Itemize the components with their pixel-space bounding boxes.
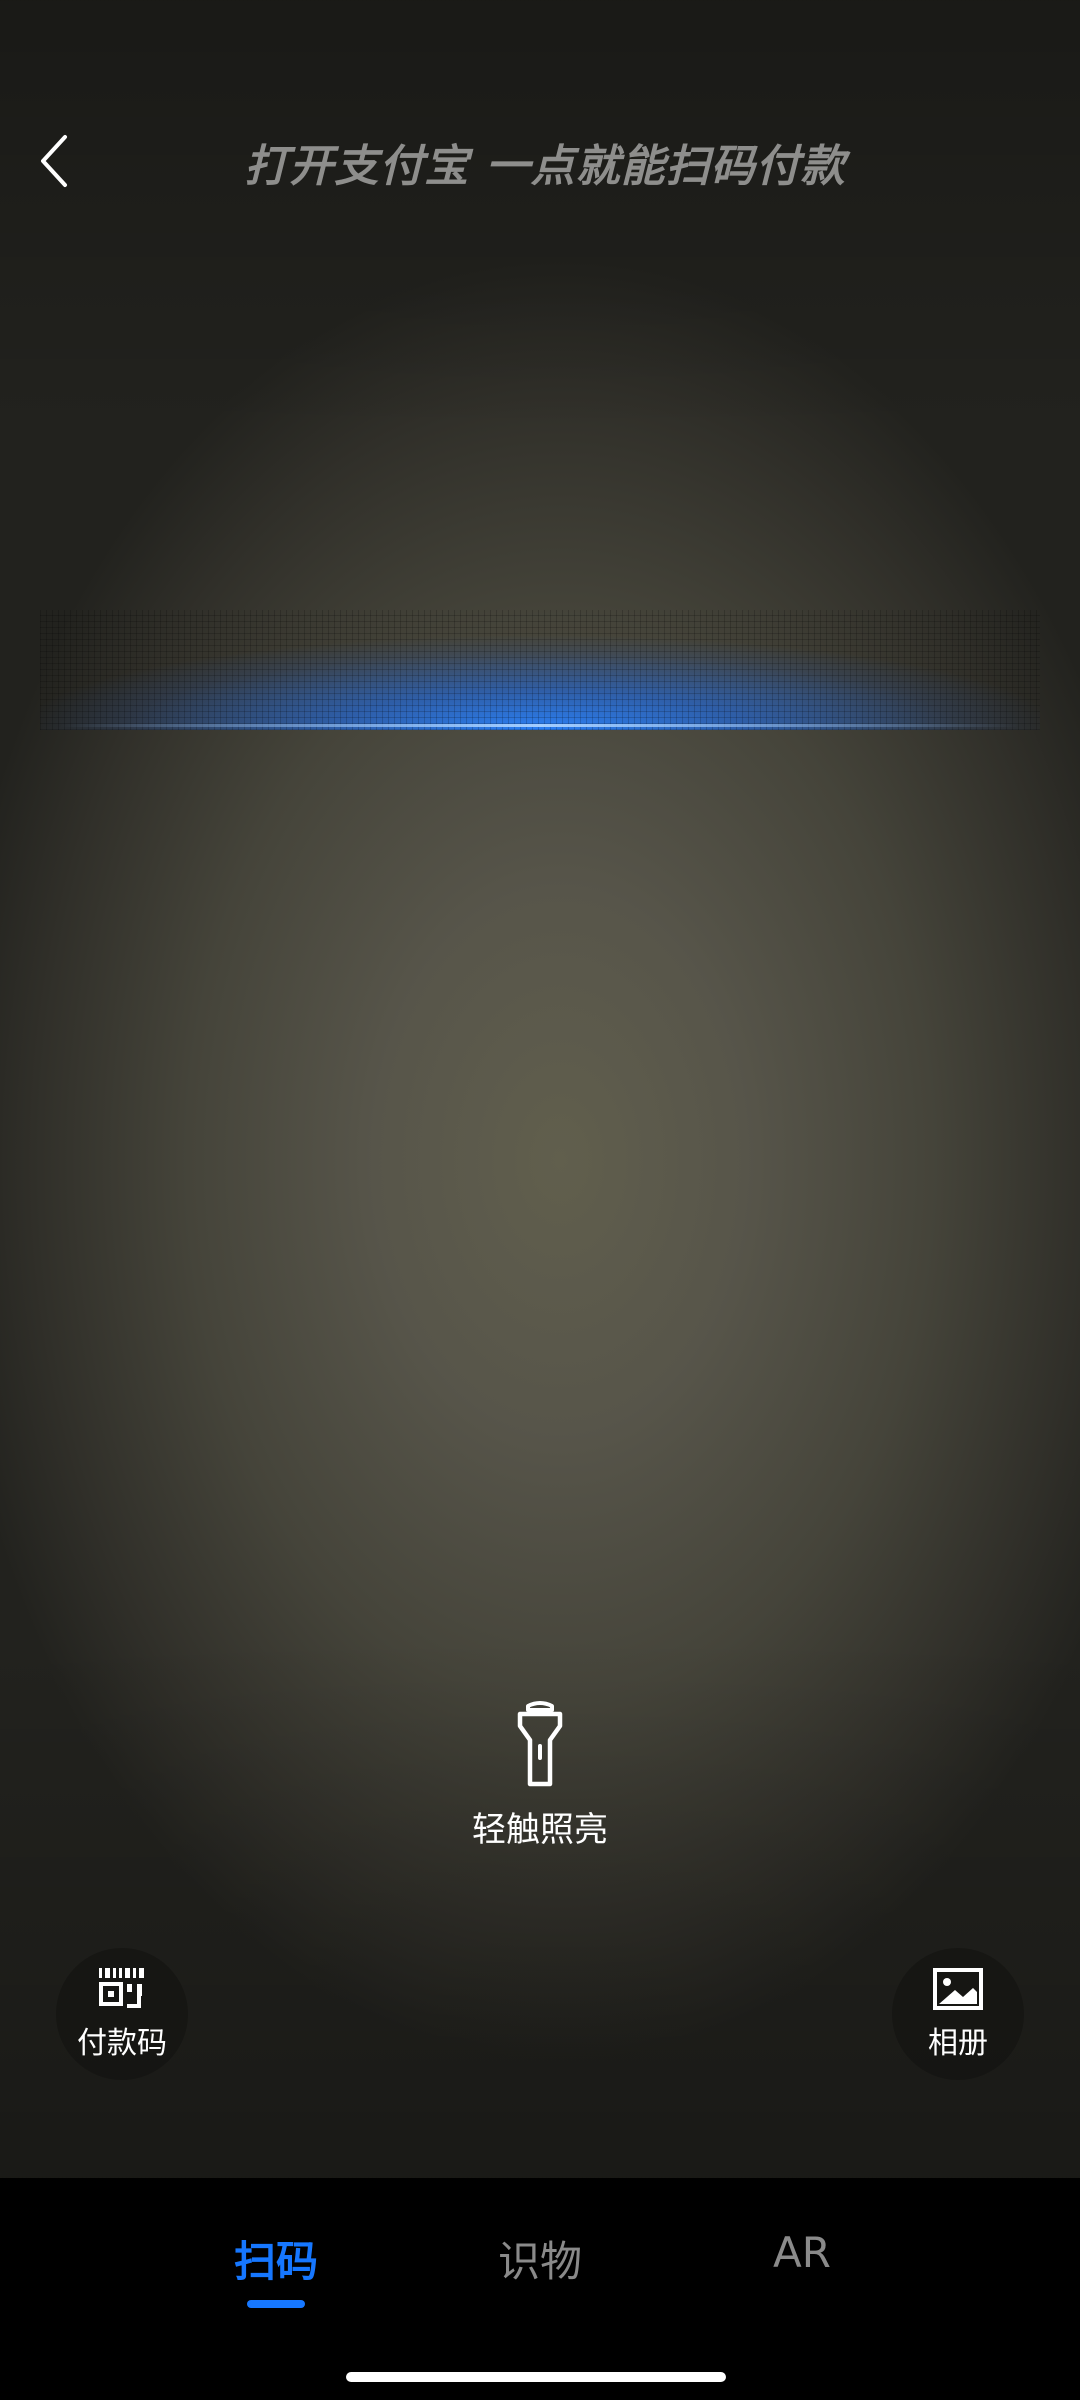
scan-line (60, 724, 1020, 727)
scan-beam (40, 610, 1040, 730)
promo-headline: 打开支付宝 一点就能扫码付款 (244, 141, 846, 192)
scan-screen: 打开支付宝 一点就能扫码付款 轻触照亮 付款码 相册 扫码 识物 AR (0, 0, 1080, 2400)
home-indicator[interactable] (346, 2372, 726, 2382)
mode-tab-bar (0, 2178, 1080, 2400)
tab-identify-object[interactable]: 识物 (460, 2228, 620, 2289)
tab-ar[interactable]: AR (722, 2228, 882, 2277)
image-icon (933, 1968, 983, 2010)
flashlight-label: 轻触照亮 (472, 1810, 608, 1850)
pay-code-button[interactable]: 付款码 (56, 1948, 188, 2080)
camera-viewfinder (0, 0, 1080, 2178)
album-button[interactable]: 相册 (892, 1948, 1024, 2080)
album-label: 相册 (928, 2026, 988, 2061)
pay-code-label: 付款码 (77, 2026, 167, 2061)
active-tab-indicator (247, 2300, 305, 2308)
tab-scan[interactable]: 扫码 (196, 2228, 356, 2289)
barcode-qr-icon (99, 1968, 144, 2008)
flashlight-toggle[interactable]: 轻触照亮 (440, 1700, 640, 1851)
flashlight-icon (517, 1701, 563, 1787)
